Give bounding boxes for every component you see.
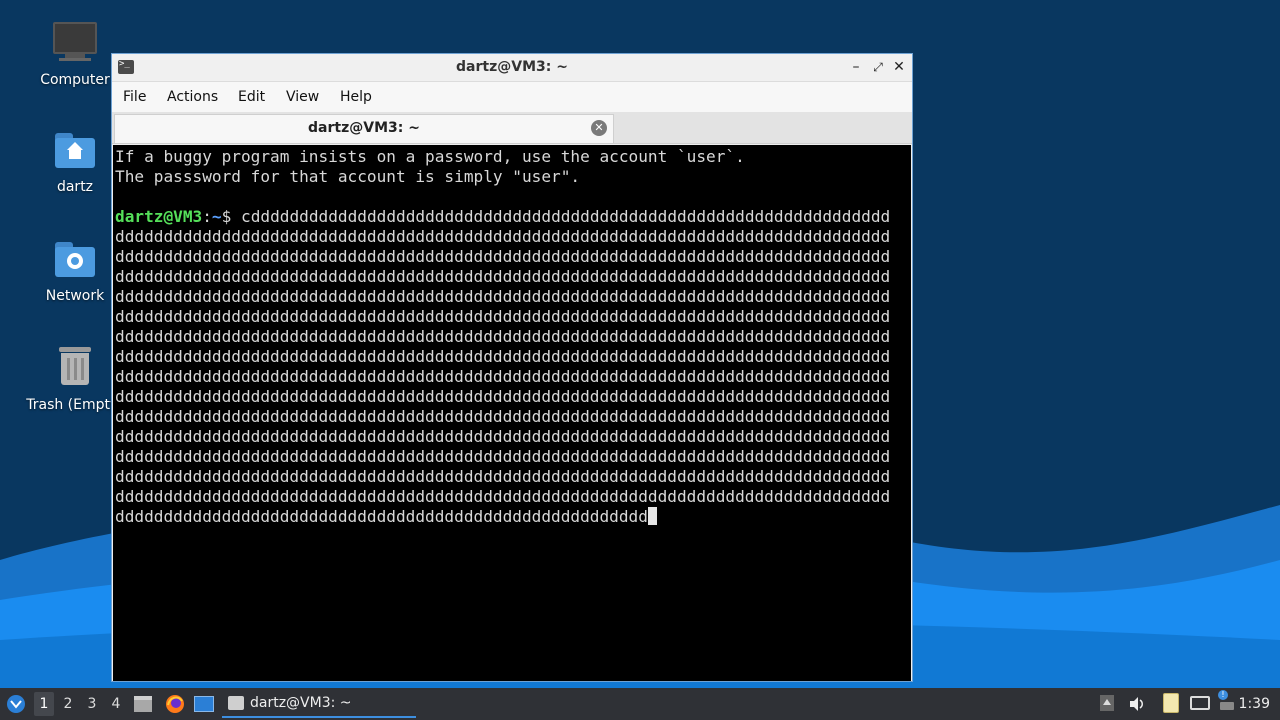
workspace-4[interactable]: 4 (106, 696, 126, 712)
volume-button[interactable] (1127, 694, 1147, 714)
firefox-launcher[interactable] (164, 693, 186, 715)
trash-icon (51, 345, 99, 393)
prompt-path: ~ (211, 207, 222, 226)
minimize-icon: – (852, 59, 860, 75)
workspace-2[interactable]: 2 (58, 696, 78, 712)
computer-icon (51, 20, 99, 68)
minimize-button[interactable]: – (846, 57, 866, 77)
prompt-separator: : (202, 207, 212, 226)
network-folder-icon (51, 236, 99, 284)
file-manager-launcher[interactable] (134, 694, 154, 714)
desktop: Computer dartz Network Trash (Empty) >_ … (0, 0, 1280, 688)
up-arrow-icon (1100, 695, 1114, 711)
clipboard-icon (1163, 693, 1179, 713)
app-menu-icon (7, 695, 25, 713)
volume-icon (1130, 697, 1143, 711)
maximize-button[interactable]: ⤢ (868, 57, 888, 77)
file-manager-icon (134, 696, 152, 712)
clipboard-button[interactable] (1163, 693, 1183, 715)
network-button[interactable] (1190, 694, 1212, 714)
taskbar-window-terminal[interactable]: dartz@VM3: ~ (222, 690, 416, 718)
terminal-app-icon (228, 696, 244, 710)
menu-view[interactable]: View (286, 89, 319, 105)
tab-bar: dartz@VM3: ~ ✕ (112, 112, 912, 144)
taskbar-window-label: dartz@VM3: ~ (250, 695, 352, 711)
command-input: cddddddddddddddddddddddddddddddddddddddd… (115, 207, 891, 526)
tab-close-icon[interactable]: ✕ (591, 120, 607, 136)
motd-line: If a buggy program insists on a password… (115, 147, 745, 166)
maximize-icon: ⤢ (873, 60, 883, 74)
menu-actions[interactable]: Actions (167, 89, 218, 105)
menu-bar: File Actions Edit View Help (112, 82, 912, 112)
window-title: dartz@VM3: ~ (456, 59, 568, 75)
workspace-1[interactable]: 1 (34, 692, 54, 716)
motd-line: The passsword for that account is simply… (115, 167, 581, 186)
close-button[interactable]: ✕ (889, 57, 909, 77)
title-bar[interactable]: dartz@VM3: ~ – ⤢ ✕ (112, 54, 912, 82)
text-cursor (647, 507, 657, 525)
home-folder-icon (51, 127, 99, 175)
terminal-window: dartz@VM3: ~ – ⤢ ✕ File Actions Edit Vie… (111, 53, 913, 682)
tab-label: dartz@VM3: ~ (308, 120, 420, 136)
firefox-icon (166, 695, 184, 713)
menu-edit[interactable]: Edit (238, 89, 265, 105)
app-menu-button[interactable] (6, 694, 26, 714)
clock: 1:39 (1238, 696, 1270, 712)
menu-file[interactable]: File (123, 89, 146, 105)
close-icon: ✕ (893, 59, 905, 75)
taskbar: 1 2 3 4 dartz@VM3: ~ ! 1:39 (0, 688, 1280, 720)
tab-terminal[interactable]: dartz@VM3: ~ ✕ (114, 114, 614, 143)
desktop-icon (194, 696, 214, 712)
prompt-symbol: $ (221, 207, 242, 226)
terminal-text: If a buggy program insists on a password… (115, 147, 890, 527)
workspace-3[interactable]: 3 (82, 696, 102, 712)
update-icon: ! (1216, 690, 1236, 714)
menu-help[interactable]: Help (340, 89, 372, 105)
network-icon (1190, 696, 1210, 710)
terminal-output[interactable]: If a buggy program insists on a password… (113, 145, 911, 681)
show-desktop-button[interactable] (194, 694, 214, 714)
prompt-user: dartz@VM3 (115, 207, 203, 226)
tray-expand-button[interactable] (1100, 695, 1116, 713)
updates-button[interactable]: ! (1216, 690, 1238, 716)
